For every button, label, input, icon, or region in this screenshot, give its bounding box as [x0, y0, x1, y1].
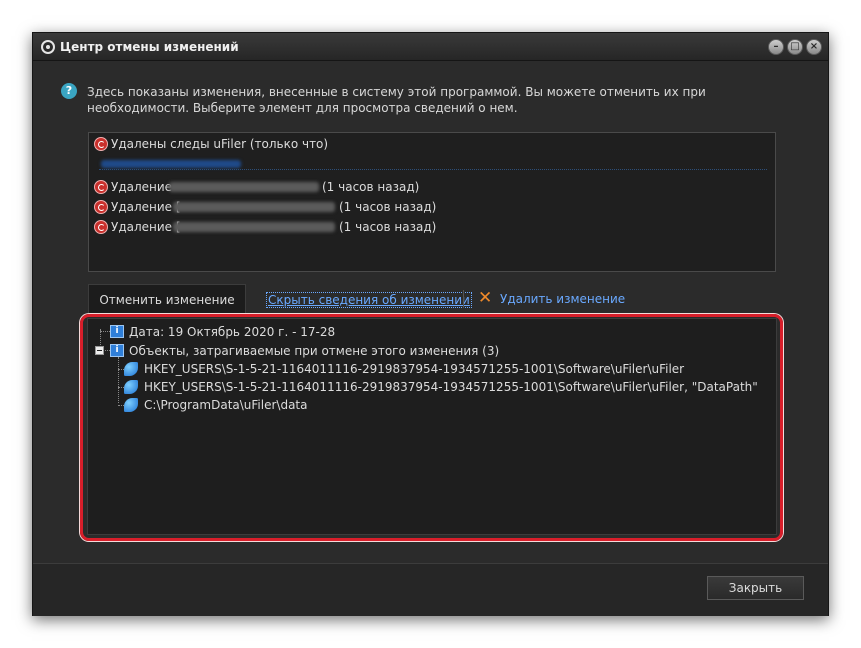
window-title: Центр отмены изменений	[60, 40, 239, 54]
undo-change-tab[interactable]: Отменить изменение	[88, 284, 246, 314]
close-button[interactable]: Закрыть	[707, 576, 804, 600]
maximize-button[interactable]: □	[787, 39, 803, 55]
undo-icon	[94, 200, 108, 214]
blurred-name	[173, 222, 335, 232]
list-item[interactable]: Удаление (1 часов назад)	[93, 178, 769, 196]
list-item-time: (1 часов назад)	[339, 220, 437, 234]
delete-change-link[interactable]: Удалить изменение	[500, 292, 625, 306]
toolbar-divider	[463, 290, 464, 308]
list-item-label: Удалены следы uFiler (только что)	[111, 137, 329, 151]
list-item[interactable]: Удаление [ (1 часов назад)	[93, 218, 769, 236]
undo-icon	[94, 180, 108, 194]
list-item-label: Удаление	[111, 180, 173, 194]
description-text: Здесь показаны изменения, внесенные в си…	[87, 85, 706, 115]
highlight-frame	[80, 314, 783, 541]
blurred-name	[169, 182, 319, 192]
list-item-time: (1 часов назад)	[322, 180, 420, 194]
minimize-button[interactable]: –	[768, 39, 784, 55]
group-separator	[99, 158, 767, 170]
undo-center-window: Центр отмены изменений – □ × ? Здесь пок…	[32, 32, 829, 616]
list-item-time: (1 часов назад)	[339, 200, 437, 214]
hide-details-link[interactable]: Скрыть сведения об изменении	[266, 292, 472, 308]
app-icon	[41, 40, 55, 54]
delete-icon[interactable]: ✕	[478, 289, 492, 307]
undo-icon	[94, 220, 108, 234]
list-item[interactable]: Удалены следы uFiler (только что)	[93, 135, 769, 153]
title-bar[interactable]: Центр отмены изменений – □ ×	[33, 33, 828, 61]
list-item[interactable]: Удаление [ (1 часов назад)	[93, 198, 769, 216]
blurred-group-label	[101, 160, 241, 168]
blurred-name	[173, 202, 335, 212]
undo-icon	[94, 137, 108, 151]
help-icon: ?	[61, 83, 77, 99]
footer-bar: Закрыть	[33, 563, 828, 616]
close-window-button[interactable]: ×	[806, 39, 822, 55]
list-item-label: Удаление [	[111, 200, 181, 214]
changes-list[interactable]: Удалены следы uFiler (только что) Удален…	[88, 132, 776, 272]
list-item-label: Удаление [	[111, 220, 181, 234]
